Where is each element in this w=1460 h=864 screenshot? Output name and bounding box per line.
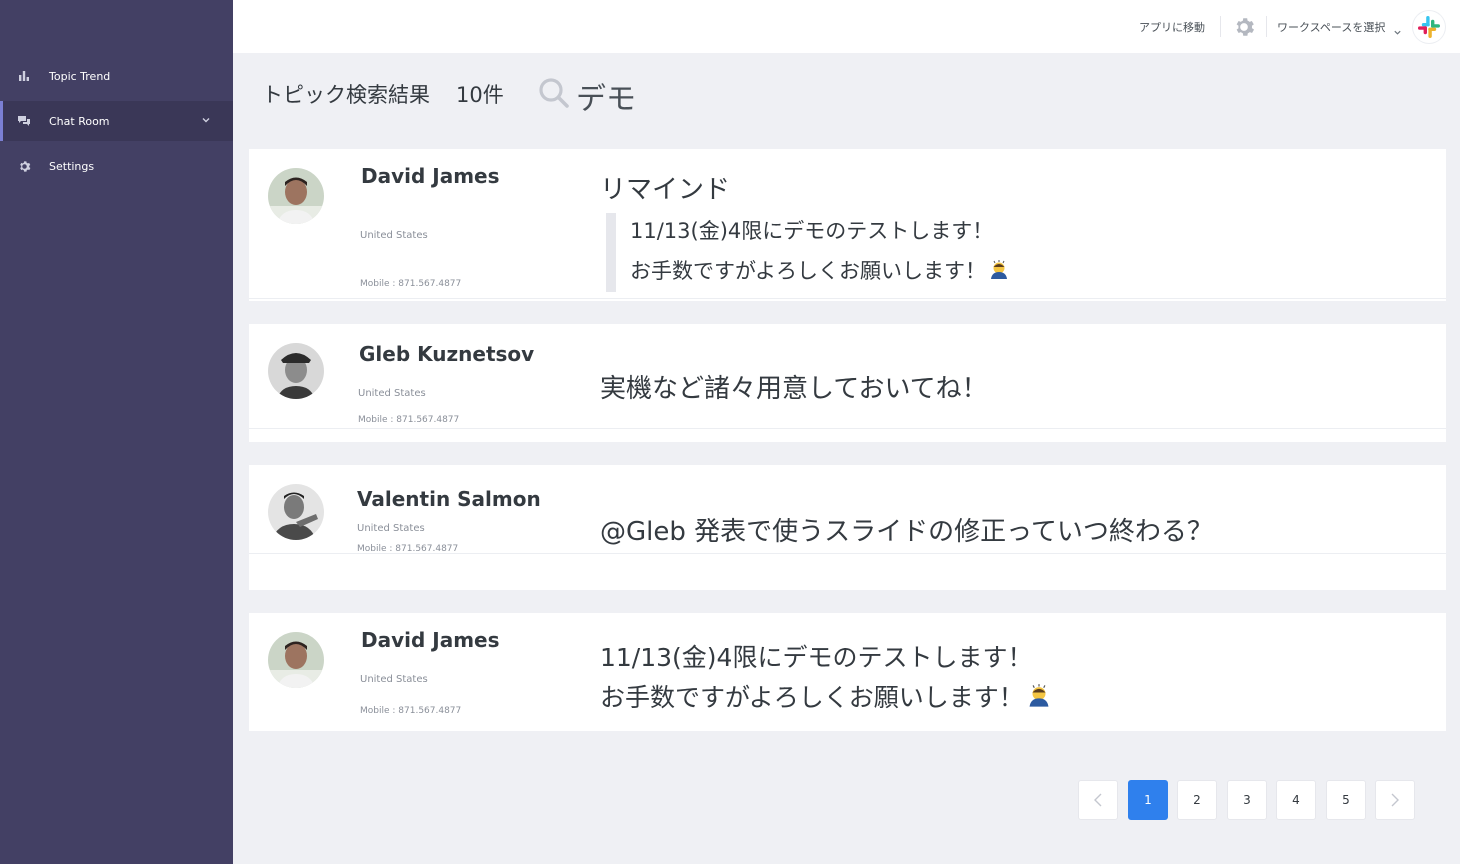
chevron-down-icon[interactable] xyxy=(1393,22,1402,41)
page-button-2[interactable]: 2 xyxy=(1177,780,1217,820)
workspace-select[interactable]: ワークスペースを選択 xyxy=(1277,19,1385,35)
search-icon xyxy=(538,77,570,109)
user-name: David James xyxy=(361,164,500,188)
message-line: お手数ですがよろしくお願いします！ xyxy=(600,678,1052,715)
message-text: 実機など諸々用意しておいてね！ xyxy=(600,374,988,404)
user-country: United States xyxy=(360,674,428,685)
page-title: トピック検索結果 xyxy=(262,83,430,107)
user-name: David James xyxy=(361,628,500,652)
bowing-person-icon xyxy=(988,259,1010,286)
divider xyxy=(1220,16,1221,37)
sidebar-item-label: Chat Room xyxy=(49,114,110,128)
next-page-button[interactable] xyxy=(1375,780,1415,820)
quote-line: お手数ですがよろしくお願いします！ xyxy=(630,255,1010,286)
sidebar-item-settings[interactable]: Settings xyxy=(0,146,233,186)
user-mobile: Mobile : 871.567.4877 xyxy=(357,544,459,554)
user-country: United States xyxy=(358,388,426,399)
avatar xyxy=(268,484,324,540)
avatar xyxy=(268,343,324,399)
bar-chart-icon xyxy=(17,69,31,83)
prev-page-button[interactable] xyxy=(1078,780,1118,820)
message-text: @Gleb 発表で使うスライドの修正っていつ終わる？ xyxy=(600,517,1213,547)
avatar xyxy=(268,632,324,688)
chevron-down-icon[interactable] xyxy=(201,115,211,128)
user-name: Valentin Salmon xyxy=(357,487,541,511)
user-country: United States xyxy=(357,523,425,534)
top-bar: アプリに移動 ワークスペースを選択 xyxy=(233,0,1460,53)
divider xyxy=(1266,16,1267,37)
sidebar: Topic Trend Chat Room Settings xyxy=(0,0,233,864)
chevron-right-icon xyxy=(1391,793,1399,807)
sidebar-item-label: Settings xyxy=(49,159,95,173)
chevron-left-icon xyxy=(1094,793,1102,807)
result-card[interactable]: Valentin Salmon United States Mobile : 8… xyxy=(249,465,1446,590)
avatar xyxy=(268,168,324,224)
message-line: 11/13(金)4限にデモのテストします！ xyxy=(600,643,1033,672)
gear-icon xyxy=(17,159,31,173)
page-button-3[interactable]: 3 xyxy=(1227,780,1267,820)
quote-bar xyxy=(606,213,616,292)
sidebar-item-topic-trend[interactable]: Topic Trend xyxy=(0,56,233,96)
page-button-1[interactable]: 1 xyxy=(1128,780,1168,820)
bowing-person-icon xyxy=(1026,683,1052,715)
go-to-app-link[interactable]: アプリに移動 xyxy=(1139,19,1205,35)
user-name: Gleb Kuznetsov xyxy=(359,342,535,366)
search-query: デモ xyxy=(576,82,636,117)
result-card[interactable]: David James United States Mobile : 871.5… xyxy=(249,613,1446,731)
slack-logo-icon[interactable] xyxy=(1413,11,1445,43)
chat-bubbles-icon xyxy=(17,114,31,128)
message-title: リマインド xyxy=(600,175,731,205)
user-mobile: Mobile : 871.567.4877 xyxy=(358,415,460,425)
sidebar-item-chat-room[interactable]: Chat Room xyxy=(0,101,233,141)
result-card[interactable]: David James United States Mobile : 871.5… xyxy=(249,149,1446,301)
page-button-4[interactable]: 4 xyxy=(1276,780,1316,820)
user-mobile: Mobile : 871.567.4877 xyxy=(360,706,462,716)
result-count: 10件 xyxy=(456,83,504,107)
result-card[interactable]: Gleb Kuznetsov United States Mobile : 87… xyxy=(249,324,1446,442)
page-button-5[interactable]: 5 xyxy=(1326,780,1366,820)
user-country: United States xyxy=(360,230,428,241)
user-mobile: Mobile : 871.567.4877 xyxy=(360,279,462,289)
quote-line: 11/13(金)4限にデモのテストします！ xyxy=(630,219,994,243)
sidebar-item-label: Topic Trend xyxy=(49,69,111,83)
gear-icon[interactable] xyxy=(1233,16,1255,38)
